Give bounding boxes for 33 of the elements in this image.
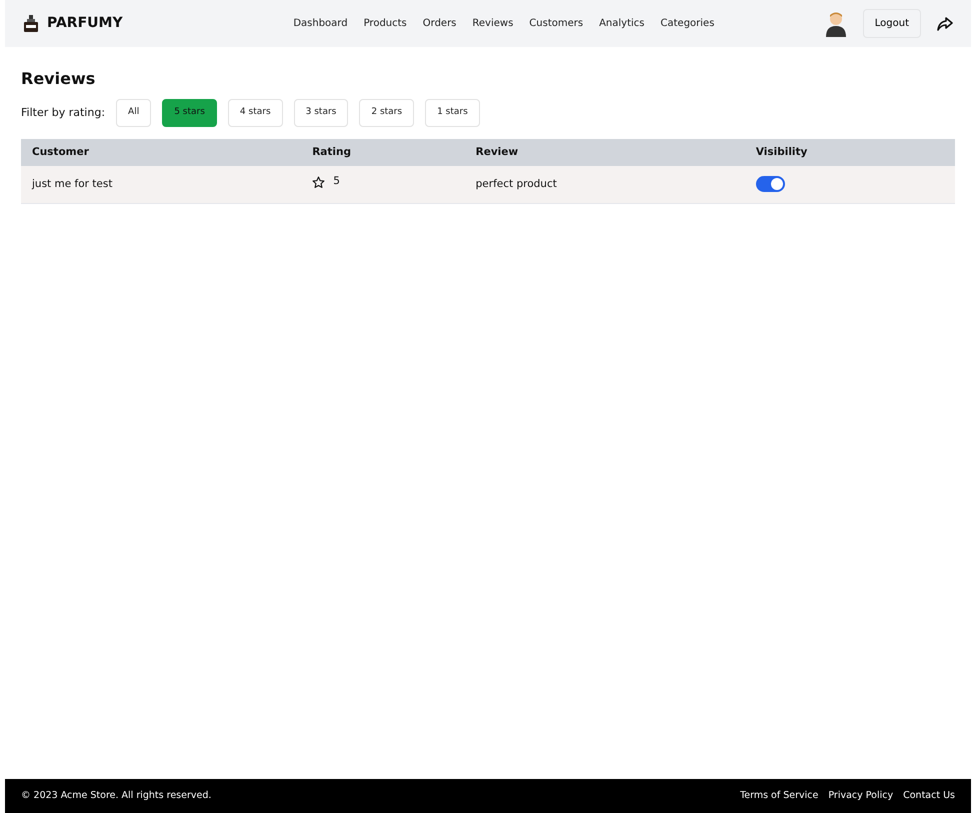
footer-link[interactable]: Terms of Service [740,790,818,801]
column-header: Rating [301,138,465,166]
table-cell: perfect product [464,166,745,204]
nav-link[interactable]: Products [356,16,415,31]
copyright-text: © 2023 Acme Store. All rights reserved. [21,788,212,803]
star-icon [312,176,326,189]
column-header: Customer [21,138,302,166]
filter-label: Filter by rating: [21,104,106,121]
column-header: Visibility [744,138,955,166]
page-title: Reviews [21,69,96,88]
filter-button[interactable]: 1 stars [425,99,480,127]
filter-button[interactable]: 4 stars [228,99,283,127]
brand-name[interactable]: PARFUMY [47,13,123,34]
nav-link[interactable]: Dashboard [285,16,356,31]
nav-link[interactable]: Orders [414,16,464,31]
filter-button[interactable]: 2 stars [359,99,414,127]
share-icon[interactable] [937,16,953,30]
rating-value: 5 [333,174,340,190]
avatar-icon[interactable] [824,10,847,36]
nav-link[interactable]: Customers [521,16,592,31]
nav-link[interactable]: Categories [652,16,722,31]
visibility-toggle[interactable] [756,176,785,192]
footer-link[interactable]: Privacy Policy [828,790,894,801]
footer-link[interactable]: Contact Us [903,790,955,801]
nav-link[interactable]: Analytics [591,16,653,31]
filter-button[interactable]: 3 stars [294,99,348,127]
logout-button[interactable]: Logout [862,9,921,38]
table-cell: just me for test [21,166,302,204]
column-header: Review [464,138,745,166]
nav-link[interactable]: Reviews [464,16,522,31]
filter-button[interactable]: 5 stars [162,99,217,127]
filter-button[interactable]: All [116,99,152,127]
perfume-bottle-icon [23,14,39,32]
